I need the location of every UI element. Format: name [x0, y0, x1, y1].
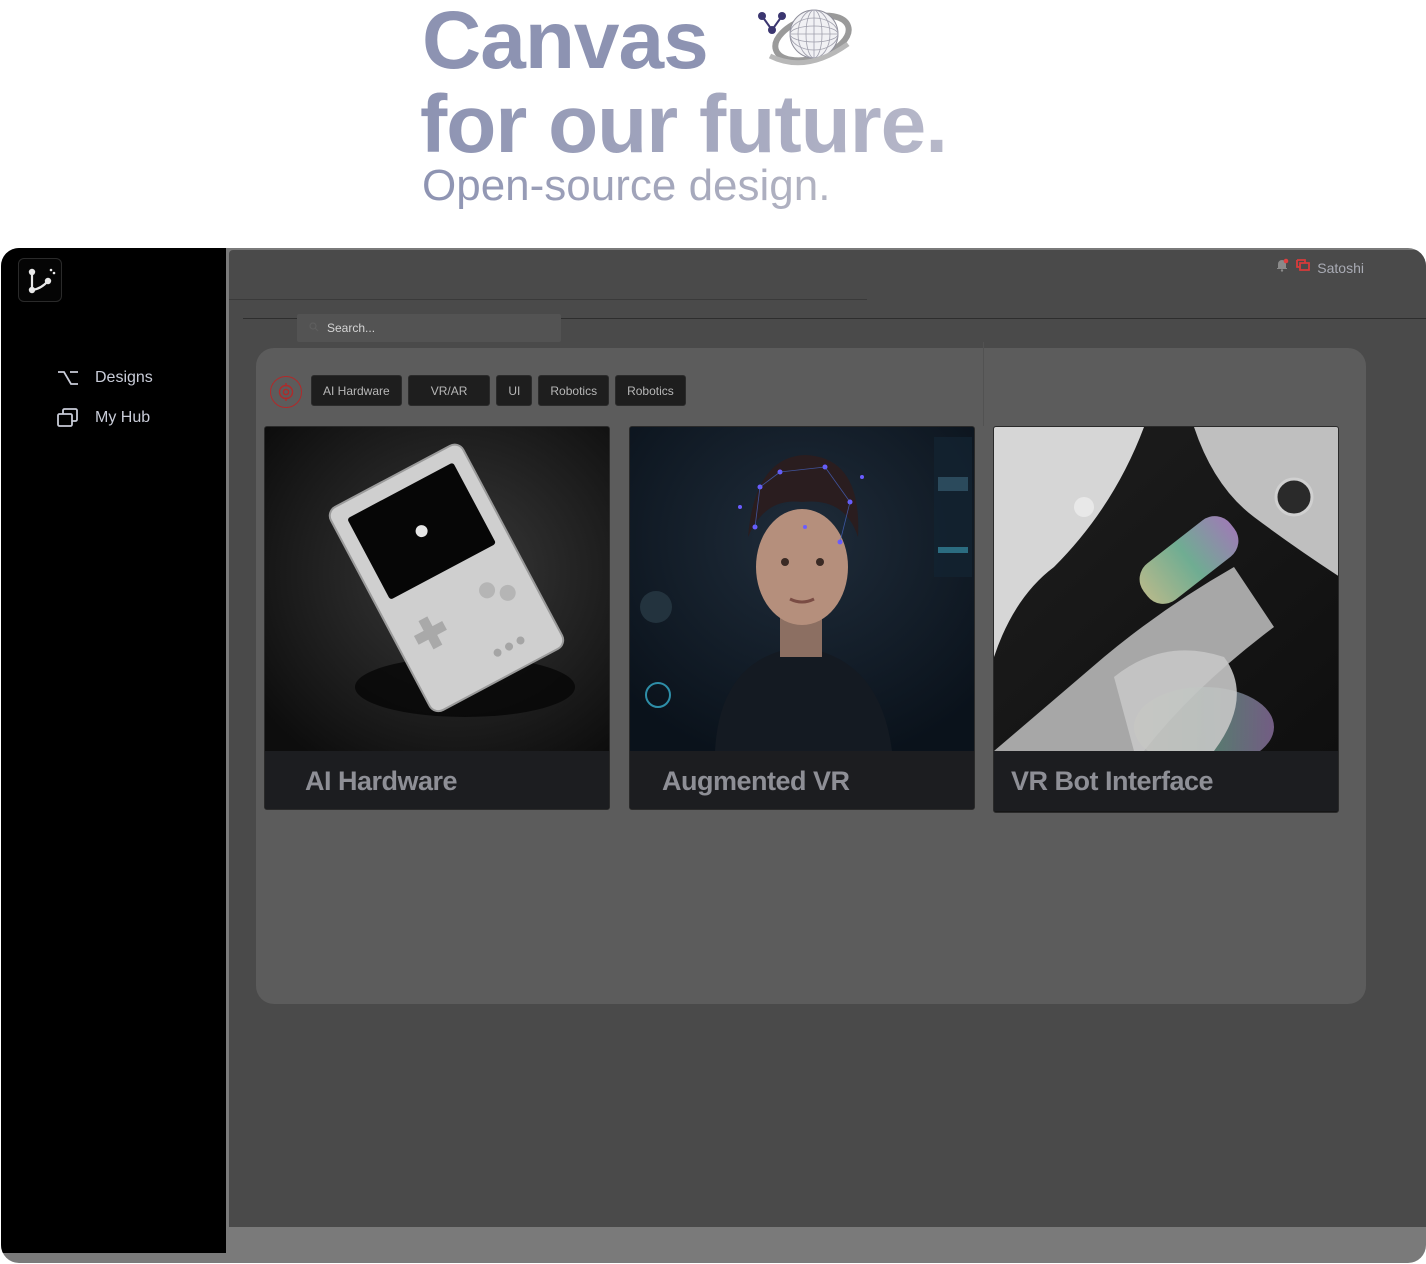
filter-chip-vr-ar[interactable]: VR/AR [407, 375, 491, 406]
hero-subtitle: Open-source design. [422, 161, 831, 210]
divider [229, 299, 867, 300]
option-key-icon [55, 367, 81, 389]
user-avatar-icon [1295, 258, 1311, 277]
card-title-bar: AI Hardware [265, 751, 609, 809]
app-logo[interactable] [18, 258, 62, 302]
user-menu[interactable]: Satoshi [1275, 258, 1364, 277]
app-window: Designs My Hub Satoshi Search... AI Hard… [1, 248, 1426, 1263]
filter-chip-robotics[interactable]: Robotics [538, 375, 610, 406]
card-title: VR Bot Interface [1011, 765, 1214, 796]
card-title: AI Hardware [305, 765, 458, 796]
sidebar-item-label: My Hub [95, 409, 151, 426]
user-name: Satoshi [1317, 259, 1364, 276]
designs-panel: AI Hardware VR/AR UI Robotics Robotics A… [256, 342, 1366, 1004]
copy-windows-icon [55, 407, 81, 429]
divider [983, 342, 984, 426]
card-title: Augmented VR [662, 765, 850, 796]
handheld-console-image [265, 427, 609, 751]
search-icon [309, 321, 319, 335]
sidebar: Designs My Hub [1, 248, 226, 1253]
search-input[interactable] [325, 320, 545, 336]
design-card-ai-hardware[interactable]: AI Hardware [264, 426, 610, 810]
sidebar-item-designs[interactable]: Designs [55, 365, 153, 391]
hero-title-line-1: Canvas [422, 0, 709, 86]
design-card-augmented-vr[interactable]: Augmented VR [629, 426, 975, 810]
filter-target-icon[interactable] [270, 376, 302, 408]
globe-network-logo-icon [758, 9, 852, 66]
filter-chip-ai-hardware[interactable]: AI Hardware [311, 375, 402, 406]
card-title-bar: VR Bot Interface [994, 751, 1338, 811]
filter-chip-robotics-2[interactable]: Robotics [615, 375, 686, 406]
branch-logo-icon [28, 268, 56, 294]
card-title-bar: Augmented VR [630, 751, 974, 809]
design-card-vr-bot-interface[interactable]: VR Bot Interface [993, 426, 1339, 813]
filter-chip-ui[interactable]: UI [496, 375, 533, 406]
search-bar[interactable] [297, 314, 561, 342]
sidebar-item-label: Designs [95, 369, 153, 386]
hero-title-line-2: for our future. [420, 79, 948, 170]
filter-chips: AI Hardware VR/AR UI Robotics Robotics [311, 375, 686, 406]
robot-arm-image [994, 427, 1338, 751]
hero: Canvas for our future. Open-source desig… [420, 0, 1120, 240]
hologram-portrait-image [630, 427, 974, 751]
sidebar-item-my-hub[interactable]: My Hub [55, 405, 150, 431]
main-content: Satoshi AI Hardware VR/AR UI [229, 250, 1426, 1227]
bell-icon[interactable] [1275, 258, 1289, 277]
